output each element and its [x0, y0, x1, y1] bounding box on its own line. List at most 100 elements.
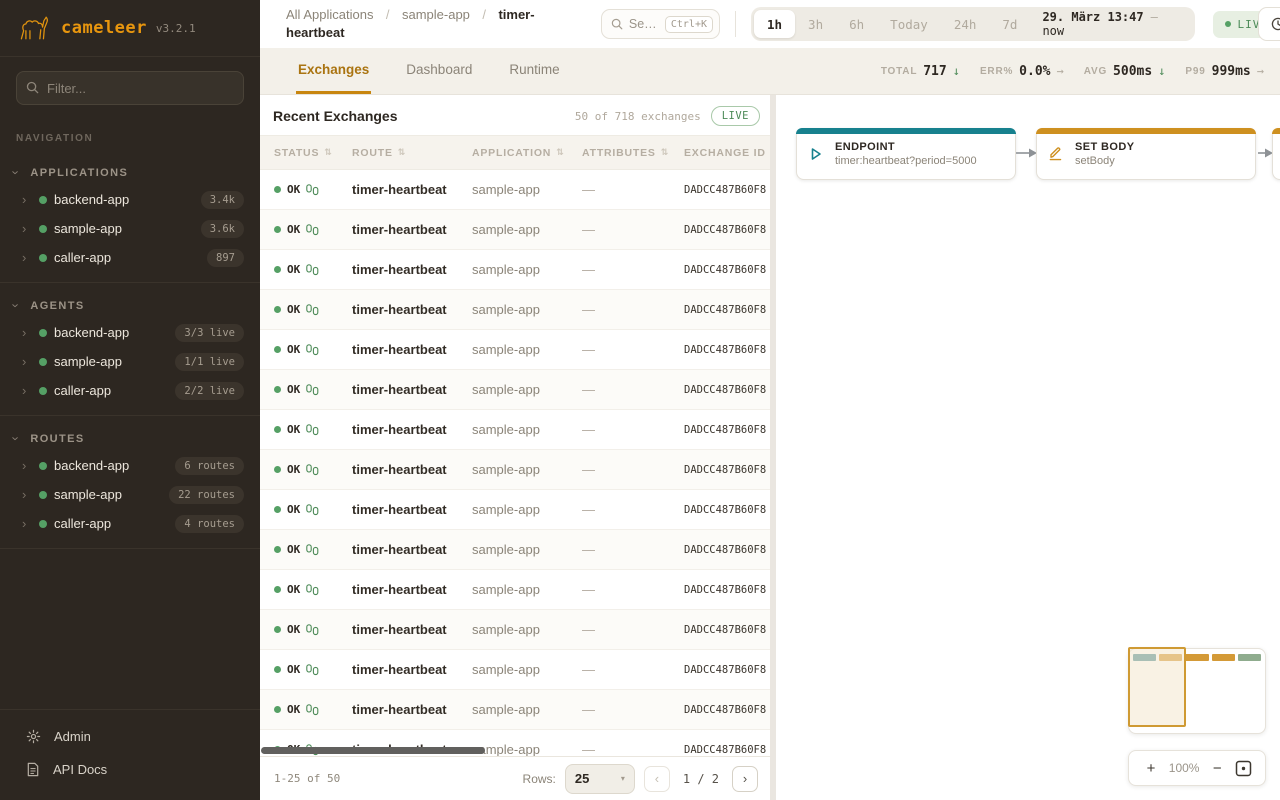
chevron-right-icon[interactable]: › — [22, 458, 34, 473]
table-row[interactable]: OKtimer-heartbeatsample-app—DADCC487B60F… — [260, 490, 770, 530]
tab-exchanges[interactable]: Exchanges — [296, 48, 371, 94]
column-header-application[interactable]: APPLICATION⇅ — [472, 147, 582, 159]
next-page-button[interactable]: › — [732, 766, 758, 792]
sidebar-item-backend-app[interactable]: ›backend-app3/3 live — [0, 318, 260, 347]
camel-logo-icon — [16, 12, 52, 44]
hops-icon — [306, 344, 319, 356]
fit-view-button[interactable] — [1235, 760, 1252, 777]
route-cell: timer-heartbeat — [352, 262, 472, 277]
table-row[interactable]: OKtimer-heartbeatsample-app—DADCC487B60F… — [260, 330, 770, 370]
column-label: STATUS — [274, 147, 319, 159]
section-header-applications[interactable]: ›APPLICATIONS — [0, 158, 260, 185]
sidebar-item-sample-app[interactable]: ›sample-app22 routes — [0, 480, 260, 509]
column-header-attributes[interactable]: ATTRIBUTES⇅ — [582, 147, 684, 159]
sidebar-item-badge: 3/3 live — [175, 324, 244, 342]
attributes-cell: — — [582, 702, 684, 717]
time-range-1h[interactable]: 1h — [754, 10, 795, 38]
status-dot — [39, 358, 47, 366]
search-input[interactable] — [629, 17, 659, 31]
table-row[interactable]: OKtimer-heartbeatsample-app—DADCC487B60F… — [260, 250, 770, 290]
table-row[interactable]: OKtimer-heartbeatsample-app—DADCC487B60F… — [260, 650, 770, 690]
prev-page-button[interactable]: ‹ — [644, 766, 670, 792]
main-area: All Applications / sample-app / timer-he… — [260, 0, 1280, 800]
column-header-exchange-id[interactable]: EXCHANGE ID⇅ — [684, 147, 770, 159]
table-row[interactable]: OKtimer-heartbeatsample-app—DADCC487B60F… — [260, 450, 770, 490]
time-range-3h[interactable]: 3h — [795, 10, 836, 38]
chevron-right-icon[interactable]: › — [22, 487, 34, 502]
hops-icon — [306, 624, 319, 636]
breadcrumb-sample-app[interactable]: sample-app — [402, 7, 470, 22]
sidebar-item-label: sample-app — [54, 354, 175, 369]
table-row[interactable]: OKtimer-heartbeatsample-app—DADCC487B60F… — [260, 290, 770, 330]
minimap[interactable] — [1128, 648, 1266, 734]
flow-node-partial[interactable] — [1272, 128, 1280, 180]
chevron-right-icon[interactable]: › — [22, 221, 34, 236]
time-range-6h[interactable]: 6h — [836, 10, 877, 38]
sidebar-item-sample-app[interactable]: ›sample-app1/1 live — [0, 347, 260, 376]
time-range-display[interactable]: 29. März 13:47–now — [1042, 10, 1177, 38]
time-range-7d[interactable]: 7d — [989, 10, 1030, 38]
column-header-status[interactable]: STATUS⇅ — [274, 147, 352, 159]
refresh-interval-button[interactable] — [1258, 7, 1280, 41]
application-cell: sample-app — [472, 662, 582, 677]
sidebar-item-caller-app[interactable]: ›caller-app4 routes — [0, 509, 260, 538]
sidebar-item-badge: 4 routes — [175, 515, 244, 533]
table-row[interactable]: OKtimer-heartbeatsample-app—DADCC487B60F… — [260, 610, 770, 650]
application-cell: sample-app — [472, 382, 582, 397]
column-header-route[interactable]: ROUTE⇅ — [352, 147, 472, 159]
chevron-right-icon[interactable]: › — [22, 325, 34, 340]
application-cell: sample-app — [472, 262, 582, 277]
table-row[interactable]: OKtimer-heartbeatsample-app—DADCC487B60F… — [260, 570, 770, 610]
sidebar-item-caller-app[interactable]: ›caller-app897 — [0, 243, 260, 272]
chevron-right-icon[interactable]: › — [22, 354, 34, 369]
flow-node-endpoint[interactable]: ENDPOINT timer:heartbeat?period=5000 — [796, 128, 1016, 180]
sidebar-item-caller-app[interactable]: ›caller-app2/2 live — [0, 376, 260, 405]
table-row[interactable]: OKtimer-heartbeatsample-app—DADCC487B60F… — [260, 530, 770, 570]
rows-per-page-select[interactable]: 25 ▾ — [565, 764, 635, 794]
table-row[interactable]: OKtimer-heartbeatsample-app—DADCC487B60F… — [260, 370, 770, 410]
route-cell: timer-heartbeat — [352, 542, 472, 557]
chevron-right-icon[interactable]: › — [22, 192, 34, 207]
tab-dashboard[interactable]: Dashboard — [404, 48, 474, 94]
table-live-toggle[interactable]: LIVE — [711, 106, 760, 126]
time-range-24h[interactable]: 24h — [941, 10, 990, 38]
status-text: OK — [287, 543, 300, 556]
sidebar-item-backend-app[interactable]: ›backend-app6 routes — [0, 451, 260, 480]
route-cell: timer-heartbeat — [352, 342, 472, 357]
status-cell: OK — [274, 583, 352, 596]
status-dot — [274, 226, 281, 233]
table-row[interactable]: OKtimer-heartbeatsample-app—DADCC487B60F… — [260, 410, 770, 450]
chevron-right-icon[interactable]: › — [22, 516, 34, 531]
zoom-in-button[interactable]: + — [1142, 760, 1160, 777]
tab-runtime[interactable]: Runtime — [507, 48, 561, 94]
sidebar-item-sample-app[interactable]: ›sample-app3.6k — [0, 214, 260, 243]
minimap-viewport[interactable] — [1128, 647, 1186, 727]
horizontal-scrollbar-thumb[interactable] — [261, 747, 485, 754]
global-search[interactable]: Ctrl+K — [601, 9, 720, 39]
sidebar-item-backend-app[interactable]: ›backend-app3.4k — [0, 185, 260, 214]
exchanges-panel: Recent Exchanges 50 of 718 exchanges LIV… — [260, 95, 770, 800]
table-row[interactable]: OKtimer-heartbeatsample-app—DADCC487B60F… — [260, 210, 770, 250]
section-header-agents[interactable]: ›AGENTS — [0, 291, 260, 318]
time-dash: – — [1151, 10, 1158, 24]
table-row[interactable]: OKtimer-heartbeatsample-app—DADCC487B60F… — [260, 690, 770, 730]
breadcrumb-all-applications[interactable]: All Applications — [286, 7, 373, 22]
sidebar-section-applications: ›APPLICATIONS›backend-app3.4k›sample-app… — [0, 150, 260, 283]
application-cell: sample-app — [472, 542, 582, 557]
flow-node-set-body[interactable]: SET BODY setBody — [1036, 128, 1256, 180]
zoom-out-button[interactable]: − — [1208, 760, 1226, 777]
chevron-right-icon[interactable]: › — [22, 383, 34, 398]
time-range-today[interactable]: Today — [877, 10, 941, 38]
rows-per-page-value: 25 — [575, 771, 589, 786]
table-row[interactable]: OKtimer-heartbeatsample-app—DADCC487B60F… — [260, 170, 770, 210]
chevron-right-icon[interactable]: › — [22, 250, 34, 265]
stat-label: TOTAL — [881, 66, 917, 77]
status-dot — [274, 186, 281, 193]
route-cell: timer-heartbeat — [352, 502, 472, 517]
attributes-cell: — — [582, 502, 684, 517]
route-cell: timer-heartbeat — [352, 702, 472, 717]
section-header-routes[interactable]: ›ROUTES — [0, 424, 260, 451]
sidebar-item-api-docs[interactable]: API Docs — [0, 753, 260, 786]
filter-input[interactable] — [16, 71, 244, 105]
sidebar-item-admin[interactable]: Admin — [0, 720, 260, 753]
